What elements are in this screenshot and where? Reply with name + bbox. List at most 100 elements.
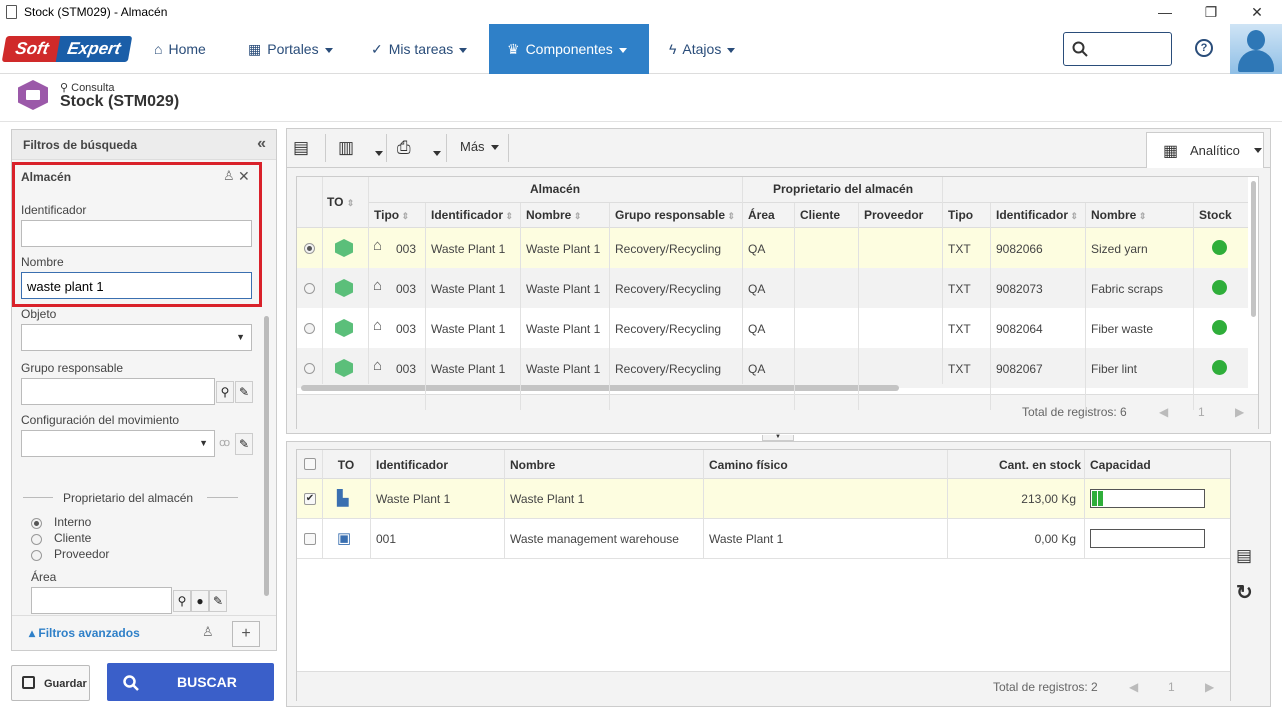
col-header[interactable]: Stock xyxy=(1199,208,1232,222)
nav-atajos[interactable]: ϟ Atajos xyxy=(657,24,747,74)
row-radio[interactable] xyxy=(304,323,315,334)
col-header[interactable]: Cliente xyxy=(800,208,840,222)
advanced-filters-link[interactable]: ▴ Filtros avanzados xyxy=(29,626,140,640)
nav-mis-tareas[interactable]: ✓ Mis tareas xyxy=(359,24,479,74)
filters-scrollbar[interactable] xyxy=(264,316,269,596)
next-page-icon[interactable]: ▶ xyxy=(1205,680,1214,694)
row-radio[interactable] xyxy=(304,363,315,374)
row-radio[interactable] xyxy=(304,243,315,254)
col-header[interactable]: Identificador ⇕ xyxy=(431,208,513,222)
cell-nombre2: Fiber lint xyxy=(1091,362,1138,376)
help-icon[interactable]: ? xyxy=(1195,39,1213,57)
cell-tipo: 003 xyxy=(396,322,417,336)
row-radio[interactable] xyxy=(304,283,315,294)
column-divider xyxy=(504,450,505,559)
row-checkbox[interactable] xyxy=(304,533,316,545)
analitico-view-button[interactable]: ▦ Analítico xyxy=(1146,132,1264,168)
col-header[interactable]: Identificador xyxy=(376,458,448,472)
clear-broom-icon[interactable]: ♙ xyxy=(202,624,214,640)
col-header[interactable]: Nombre ⇕ xyxy=(526,208,581,222)
clear-field-icon[interactable]: ✎ xyxy=(235,381,253,403)
col-header[interactable]: Cant. en stock xyxy=(947,458,1081,472)
house-icon: ⌂ xyxy=(373,357,383,374)
chart-icon[interactable]: ▥ xyxy=(338,128,354,168)
warehouse-grid: TO Identificador Nombre Camino físico Cant. … xyxy=(296,449,1231,701)
area-input[interactable] xyxy=(31,587,172,614)
user-avatar[interactable] xyxy=(1230,24,1282,74)
dropdown-arrow-icon: ▼ xyxy=(199,438,208,448)
print-icon[interactable]: ⎙ xyxy=(397,128,411,168)
view-data-icon[interactable]: ▤ xyxy=(1236,546,1252,566)
cell-ident: Waste Plant 1 xyxy=(431,282,506,296)
mas-menu-button[interactable]: Más xyxy=(460,127,499,167)
radio-cliente[interactable] xyxy=(31,534,42,545)
horizontal-scrollbar[interactable] xyxy=(301,385,899,391)
col-header[interactable]: Área xyxy=(748,208,775,222)
guardar-button[interactable]: Guardar xyxy=(11,665,90,701)
softexpert-logo[interactable]: Soft Expert xyxy=(1,36,133,62)
clear-field-icon[interactable]: ✎ xyxy=(209,590,227,612)
col-header[interactable]: Nombre ⇕ xyxy=(1091,208,1146,222)
user-icon[interactable]: ● xyxy=(191,590,209,612)
col-to[interactable]: TO ⇕ xyxy=(327,195,354,209)
global-search-input[interactable] xyxy=(1063,32,1172,66)
col-header[interactable]: Tipo xyxy=(948,208,973,222)
col-header[interactable]: TO xyxy=(322,458,370,472)
col-header[interactable]: Proveedor xyxy=(864,208,923,222)
cell-nombre: Waste Plant 1 xyxy=(526,362,601,376)
prev-page-icon[interactable]: ◀ xyxy=(1159,405,1168,419)
column-divider xyxy=(322,450,323,559)
minimize-button[interactable]: — xyxy=(1142,0,1188,24)
sort-icon: ⇕ xyxy=(571,211,582,221)
cell-nombre: Waste Plant 1 xyxy=(510,492,585,506)
binoculars-icon[interactable]: ꝏ xyxy=(219,436,230,449)
nav-componentes[interactable]: ♛ Componentes xyxy=(489,24,649,74)
col-header[interactable]: Identificador ⇕ xyxy=(996,208,1078,222)
radio-interno[interactable] xyxy=(31,518,42,529)
select-all-checkbox[interactable] xyxy=(304,458,316,470)
buscar-button[interactable]: BUSCAR xyxy=(107,663,274,701)
zoom-search-icon[interactable]: ⚲ xyxy=(216,381,234,403)
column-divider xyxy=(703,450,704,559)
col-header[interactable]: Grupo responsable ⇕ xyxy=(615,208,735,222)
col-header-label: Stock xyxy=(1199,208,1232,222)
divider xyxy=(23,497,53,498)
table-icon: ▦ xyxy=(1163,143,1179,160)
window-title: Stock (STM029) - Almacén xyxy=(24,5,168,19)
clear-field-icon[interactable]: ✎ xyxy=(235,433,253,455)
config-movimiento-select[interactable]: ▼ xyxy=(21,430,215,457)
add-filter-button[interactable]: + xyxy=(232,621,260,647)
nav-portales[interactable]: ▦ Portales xyxy=(236,24,345,74)
col-header-label: Proveedor xyxy=(864,208,924,222)
chevron-down-icon[interactable] xyxy=(433,146,441,160)
prev-page-icon[interactable]: ◀ xyxy=(1129,680,1138,694)
col-header-label: Tipo xyxy=(948,208,974,222)
nav-home[interactable]: ⌂ Home xyxy=(142,24,218,74)
bolt-icon: ϟ xyxy=(669,41,677,57)
vertical-scrollbar[interactable] xyxy=(1251,181,1256,317)
home-icon: ⌂ xyxy=(154,41,163,57)
next-page-icon[interactable]: ▶ xyxy=(1235,405,1244,419)
zoom-search-icon[interactable]: ⚲ xyxy=(173,590,191,612)
col-header[interactable]: Camino físico xyxy=(709,458,788,472)
col-header[interactable]: Nombre xyxy=(510,458,555,472)
collapse-panel-icon[interactable]: « xyxy=(257,135,266,153)
chevron-down-icon xyxy=(459,47,468,53)
maximize-button[interactable]: ❐ xyxy=(1188,0,1234,24)
house-icon: ⌂ xyxy=(373,237,383,254)
guardar-label: Guardar xyxy=(44,678,87,690)
cell-tipo2: TXT xyxy=(948,282,971,296)
cell-ident: Waste Plant 1 xyxy=(431,242,506,256)
radio-proveedor[interactable] xyxy=(31,550,42,561)
objeto-select[interactable]: ▼ xyxy=(21,324,252,351)
view-data-icon[interactable]: ▤ xyxy=(293,128,309,168)
stock-module-icon xyxy=(18,80,48,110)
row-checkbox[interactable]: ✔ xyxy=(304,493,316,505)
col-header[interactable]: Capacidad xyxy=(1090,458,1151,472)
cell-nombre: Waste Plant 1 xyxy=(526,282,601,296)
refresh-icon[interactable]: ↻ xyxy=(1236,580,1253,605)
grupo-responsable-input[interactable] xyxy=(21,378,215,405)
col-header[interactable]: Tipo ⇕ xyxy=(374,208,409,222)
chevron-down-icon[interactable] xyxy=(375,146,383,160)
close-window-button[interactable]: ✕ xyxy=(1234,0,1280,24)
